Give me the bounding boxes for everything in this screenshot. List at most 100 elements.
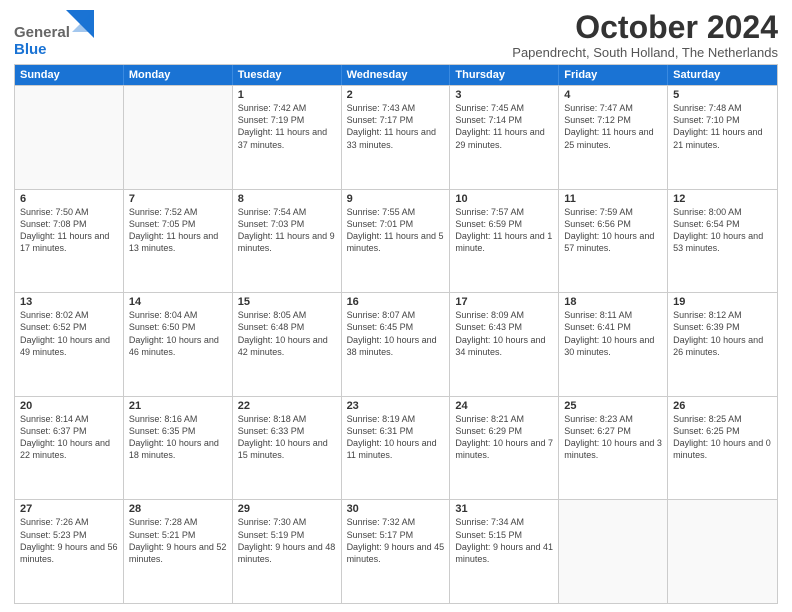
cal-cell: 13Sunrise: 8:02 AM Sunset: 6:52 PM Dayli… [15, 293, 124, 396]
cell-info: Sunrise: 7:48 AM Sunset: 7:10 PM Dayligh… [673, 102, 772, 151]
week-row-4: 20Sunrise: 8:14 AM Sunset: 6:37 PM Dayli… [15, 396, 777, 500]
day-number: 16 [347, 296, 445, 308]
logo-text: General Blue [14, 25, 70, 58]
cal-cell: 28Sunrise: 7:28 AM Sunset: 5:21 PM Dayli… [124, 500, 233, 603]
day-number: 30 [347, 503, 445, 515]
day-number: 28 [129, 503, 227, 515]
cal-cell: 17Sunrise: 8:09 AM Sunset: 6:43 PM Dayli… [450, 293, 559, 396]
cal-cell: 20Sunrise: 8:14 AM Sunset: 6:37 PM Dayli… [15, 397, 124, 500]
logo-general: General [14, 25, 70, 42]
day-number: 18 [564, 296, 662, 308]
cell-info: Sunrise: 7:50 AM Sunset: 7:08 PM Dayligh… [20, 206, 118, 255]
day-number: 4 [564, 89, 662, 101]
header-day-saturday: Saturday [668, 65, 777, 85]
day-number: 26 [673, 400, 772, 412]
cal-cell: 12Sunrise: 8:00 AM Sunset: 6:54 PM Dayli… [668, 190, 777, 293]
logo-blue: Blue [14, 42, 70, 59]
day-number: 29 [238, 503, 336, 515]
cell-info: Sunrise: 8:07 AM Sunset: 6:45 PM Dayligh… [347, 309, 445, 358]
cell-info: Sunrise: 7:54 AM Sunset: 7:03 PM Dayligh… [238, 206, 336, 255]
cell-info: Sunrise: 8:18 AM Sunset: 6:33 PM Dayligh… [238, 413, 336, 462]
cell-info: Sunrise: 8:05 AM Sunset: 6:48 PM Dayligh… [238, 309, 336, 358]
cal-cell [668, 500, 777, 603]
day-number: 24 [455, 400, 553, 412]
day-number: 13 [20, 296, 118, 308]
cal-cell: 22Sunrise: 8:18 AM Sunset: 6:33 PM Dayli… [233, 397, 342, 500]
cal-cell: 1Sunrise: 7:42 AM Sunset: 7:19 PM Daylig… [233, 86, 342, 189]
week-row-2: 6Sunrise: 7:50 AM Sunset: 7:08 PM Daylig… [15, 189, 777, 293]
cell-info: Sunrise: 7:34 AM Sunset: 5:15 PM Dayligh… [455, 516, 553, 565]
day-number: 22 [238, 400, 336, 412]
day-number: 15 [238, 296, 336, 308]
day-number: 20 [20, 400, 118, 412]
cell-info: Sunrise: 8:00 AM Sunset: 6:54 PM Dayligh… [673, 206, 772, 255]
cal-cell: 2Sunrise: 7:43 AM Sunset: 7:17 PM Daylig… [342, 86, 451, 189]
cell-info: Sunrise: 8:09 AM Sunset: 6:43 PM Dayligh… [455, 309, 553, 358]
day-number: 17 [455, 296, 553, 308]
cal-cell [15, 86, 124, 189]
header-day-sunday: Sunday [15, 65, 124, 85]
header: General Blue October 2024 Papendrecht, S… [14, 10, 778, 60]
day-number: 25 [564, 400, 662, 412]
cal-cell [559, 500, 668, 603]
cal-cell [124, 86, 233, 189]
cal-cell: 9Sunrise: 7:55 AM Sunset: 7:01 PM Daylig… [342, 190, 451, 293]
cell-info: Sunrise: 8:21 AM Sunset: 6:29 PM Dayligh… [455, 413, 553, 462]
cell-info: Sunrise: 8:04 AM Sunset: 6:50 PM Dayligh… [129, 309, 227, 358]
cell-info: Sunrise: 8:25 AM Sunset: 6:25 PM Dayligh… [673, 413, 772, 462]
day-number: 1 [238, 89, 336, 101]
day-number: 3 [455, 89, 553, 101]
cal-cell: 11Sunrise: 7:59 AM Sunset: 6:56 PM Dayli… [559, 190, 668, 293]
cal-cell: 3Sunrise: 7:45 AM Sunset: 7:14 PM Daylig… [450, 86, 559, 189]
header-day-thursday: Thursday [450, 65, 559, 85]
cell-info: Sunrise: 8:19 AM Sunset: 6:31 PM Dayligh… [347, 413, 445, 462]
cal-cell: 10Sunrise: 7:57 AM Sunset: 6:59 PM Dayli… [450, 190, 559, 293]
cell-info: Sunrise: 8:02 AM Sunset: 6:52 PM Dayligh… [20, 309, 118, 358]
header-day-wednesday: Wednesday [342, 65, 451, 85]
location: Papendrecht, South Holland, The Netherla… [512, 45, 778, 60]
day-number: 14 [129, 296, 227, 308]
day-number: 6 [20, 193, 118, 205]
cell-info: Sunrise: 7:28 AM Sunset: 5:21 PM Dayligh… [129, 516, 227, 565]
cal-cell: 6Sunrise: 7:50 AM Sunset: 7:08 PM Daylig… [15, 190, 124, 293]
cal-cell: 31Sunrise: 7:34 AM Sunset: 5:15 PM Dayli… [450, 500, 559, 603]
day-number: 12 [673, 193, 772, 205]
title-block: October 2024 Papendrecht, South Holland,… [512, 10, 778, 60]
cal-cell: 24Sunrise: 8:21 AM Sunset: 6:29 PM Dayli… [450, 397, 559, 500]
cell-info: Sunrise: 7:55 AM Sunset: 7:01 PM Dayligh… [347, 206, 445, 255]
cal-cell: 18Sunrise: 8:11 AM Sunset: 6:41 PM Dayli… [559, 293, 668, 396]
day-number: 23 [347, 400, 445, 412]
day-number: 11 [564, 193, 662, 205]
cal-cell: 26Sunrise: 8:25 AM Sunset: 6:25 PM Dayli… [668, 397, 777, 500]
cal-cell: 7Sunrise: 7:52 AM Sunset: 7:05 PM Daylig… [124, 190, 233, 293]
cell-info: Sunrise: 7:52 AM Sunset: 7:05 PM Dayligh… [129, 206, 227, 255]
calendar-body: 1Sunrise: 7:42 AM Sunset: 7:19 PM Daylig… [15, 85, 777, 603]
day-number: 8 [238, 193, 336, 205]
day-number: 31 [455, 503, 553, 515]
cell-info: Sunrise: 8:14 AM Sunset: 6:37 PM Dayligh… [20, 413, 118, 462]
day-number: 19 [673, 296, 772, 308]
day-number: 9 [347, 193, 445, 205]
calendar: SundayMondayTuesdayWednesdayThursdayFrid… [14, 64, 778, 604]
day-number: 5 [673, 89, 772, 101]
cal-cell: 4Sunrise: 7:47 AM Sunset: 7:12 PM Daylig… [559, 86, 668, 189]
page: General Blue October 2024 Papendrecht, S… [0, 0, 792, 612]
week-row-3: 13Sunrise: 8:02 AM Sunset: 6:52 PM Dayli… [15, 292, 777, 396]
cell-info: Sunrise: 7:42 AM Sunset: 7:19 PM Dayligh… [238, 102, 336, 151]
cell-info: Sunrise: 7:57 AM Sunset: 6:59 PM Dayligh… [455, 206, 553, 255]
day-number: 7 [129, 193, 227, 205]
week-row-1: 1Sunrise: 7:42 AM Sunset: 7:19 PM Daylig… [15, 85, 777, 189]
cell-info: Sunrise: 7:59 AM Sunset: 6:56 PM Dayligh… [564, 206, 662, 255]
cal-cell: 16Sunrise: 8:07 AM Sunset: 6:45 PM Dayli… [342, 293, 451, 396]
week-row-5: 27Sunrise: 7:26 AM Sunset: 5:23 PM Dayli… [15, 499, 777, 603]
header-day-monday: Monday [124, 65, 233, 85]
cal-cell: 25Sunrise: 8:23 AM Sunset: 6:27 PM Dayli… [559, 397, 668, 500]
cal-cell: 5Sunrise: 7:48 AM Sunset: 7:10 PM Daylig… [668, 86, 777, 189]
cal-cell: 29Sunrise: 7:30 AM Sunset: 5:19 PM Dayli… [233, 500, 342, 603]
cell-info: Sunrise: 7:32 AM Sunset: 5:17 PM Dayligh… [347, 516, 445, 565]
cell-info: Sunrise: 7:43 AM Sunset: 7:17 PM Dayligh… [347, 102, 445, 151]
cell-info: Sunrise: 7:47 AM Sunset: 7:12 PM Dayligh… [564, 102, 662, 151]
cal-cell: 15Sunrise: 8:05 AM Sunset: 6:48 PM Dayli… [233, 293, 342, 396]
day-number: 21 [129, 400, 227, 412]
cell-info: Sunrise: 7:26 AM Sunset: 5:23 PM Dayligh… [20, 516, 118, 565]
